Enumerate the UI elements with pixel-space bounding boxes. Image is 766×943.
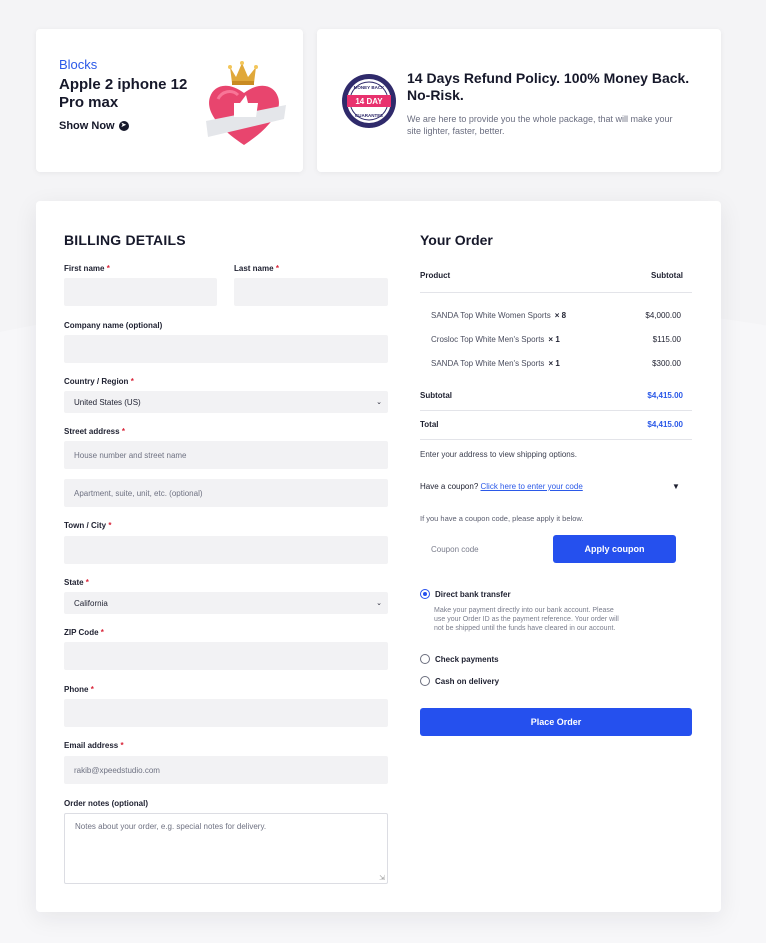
resize-handle-icon[interactable]: ⇲ <box>379 874 385 882</box>
order-notes-label: Order notes (optional) <box>64 799 148 808</box>
email-label: Email address * <box>64 741 124 750</box>
coupon-link[interactable]: Click here to enter your code <box>481 482 583 491</box>
chevron-down-icon: ⌄ <box>376 600 382 607</box>
col-product-header: Product <box>420 271 451 280</box>
last-name-label: Last name * <box>234 264 279 273</box>
chevron-down-icon: ⌄ <box>376 399 382 406</box>
refund-policy-card: 14 DAY MONEY BACK GUARANTEE 14 Days Refu… <box>317 29 721 172</box>
payment-option-check[interactable]: Check payments <box>420 654 499 664</box>
refund-description: We are here to provide you the whole pac… <box>407 114 673 136</box>
zip-label: ZIP Code * <box>64 628 104 637</box>
state-select[interactable]: California ⌄ <box>64 592 388 614</box>
order-item: SANDA Top White Women Sports × 8 <box>431 311 567 320</box>
coupon-toggle: Have a coupon? Click here to enter your … <box>420 482 583 491</box>
order-item: Crosloc Top White Men's Sports × 1 <box>431 335 560 344</box>
badge-days-text: 14 DAY <box>355 97 383 106</box>
country-select[interactable]: United States (US) ⌄ <box>64 391 388 413</box>
coupon-placeholder: Coupon code <box>431 544 479 554</box>
first-name-label: First name * <box>64 264 110 273</box>
coupon-question: Have a coupon? <box>420 482 479 491</box>
order-item-price: $115.00 <box>652 335 681 344</box>
email-field[interactable]: rakib@xpeedstudio.com <box>64 756 388 784</box>
company-label: Company name (optional) <box>64 321 163 330</box>
order-notes-textarea[interactable]: Notes about your order, e.g. special not… <box>64 813 388 884</box>
total-label: Total <box>420 420 439 429</box>
last-name-field[interactable] <box>234 278 388 306</box>
show-now-link[interactable]: Show Now ➤ <box>59 120 129 132</box>
total-value: $4,415.00 <box>647 420 683 429</box>
state-label: State * <box>64 578 89 587</box>
badge-bottom-text: GUARANTEE <box>355 113 384 118</box>
zip-field[interactable] <box>64 642 388 670</box>
divider <box>420 292 692 293</box>
promo-title: Apple 2 iphone 12 Pro max <box>59 76 188 111</box>
divider <box>420 439 692 440</box>
radio-icon[interactable] <box>420 654 430 664</box>
order-item-price: $4,000.00 <box>645 311 681 320</box>
order-title: Your Order <box>420 232 493 248</box>
street-address-field[interactable]: House number and street name <box>64 441 388 469</box>
town-field[interactable] <box>64 536 388 564</box>
company-field[interactable] <box>64 335 388 363</box>
payment-label: Cash on delivery <box>435 676 500 686</box>
refund-headline: 14 Days Refund Policy. 100% Money Back. … <box>407 70 690 103</box>
checkout-card: BILLING DETAILS First name * Last name *… <box>36 201 721 912</box>
order-item-price: $300.00 <box>652 359 681 368</box>
first-name-field[interactable] <box>64 278 217 306</box>
col-subtotal-header: Subtotal <box>651 271 683 280</box>
divider <box>420 410 692 411</box>
street-label: Street address * <box>64 427 125 436</box>
email-value: rakib@xpeedstudio.com <box>74 765 160 775</box>
apartment-field[interactable]: Apartment, suite, unit, etc. (optional) <box>64 479 388 507</box>
state-value: California <box>74 598 108 608</box>
coupon-note: If you have a coupon code, please apply … <box>420 514 584 523</box>
subtotal-value: $4,415.00 <box>647 391 683 400</box>
order-item: SANDA Top White Men's Sports × 1 <box>431 359 560 368</box>
town-label: Town / City * <box>64 521 112 530</box>
heart-thumbs-up-icon <box>206 61 286 145</box>
arrow-right-icon: ➤ <box>118 121 129 131</box>
apply-coupon-button[interactable]: Apply coupon <box>553 535 676 563</box>
order-notes-placeholder: Notes about your order, e.g. special not… <box>75 822 267 831</box>
place-order-button[interactable]: Place Order <box>420 708 692 736</box>
show-now-label: Show Now <box>59 120 115 132</box>
payment-label: Check payments <box>435 654 499 664</box>
payment-option-bank[interactable]: Direct bank transfer <box>420 589 511 599</box>
payment-option-cod[interactable]: Cash on delivery <box>420 676 499 686</box>
radio-selected-icon[interactable] <box>420 589 430 599</box>
billing-title: BILLING DETAILS <box>64 232 186 248</box>
bank-transfer-note: Make your payment directly into our bank… <box>434 607 619 632</box>
radio-icon[interactable] <box>420 676 430 686</box>
caret-down-icon[interactable]: ▼ <box>672 482 680 491</box>
subtotal-label: Subtotal <box>420 391 452 400</box>
promo-product-card[interactable]: Blocks Apple 2 iphone 12 Pro max Show No… <box>36 29 303 172</box>
street-placeholder: House number and street name <box>74 450 187 460</box>
apartment-placeholder: Apartment, suite, unit, etc. (optional) <box>74 488 203 498</box>
country-label: Country / Region * <box>64 377 134 386</box>
phone-field[interactable] <box>64 699 388 727</box>
money-back-guarantee-badge: 14 DAY MONEY BACK GUARANTEE <box>342 74 396 128</box>
coupon-code-input[interactable]: Coupon code <box>420 535 548 563</box>
payment-label: Direct bank transfer <box>435 589 511 599</box>
phone-label: Phone * <box>64 685 94 694</box>
country-value: United States (US) <box>74 397 141 407</box>
promo-tag: Blocks <box>59 57 98 72</box>
shipping-note: Enter your address to view shipping opti… <box>420 450 577 459</box>
badge-top-text: MONEY BACK <box>354 85 385 90</box>
